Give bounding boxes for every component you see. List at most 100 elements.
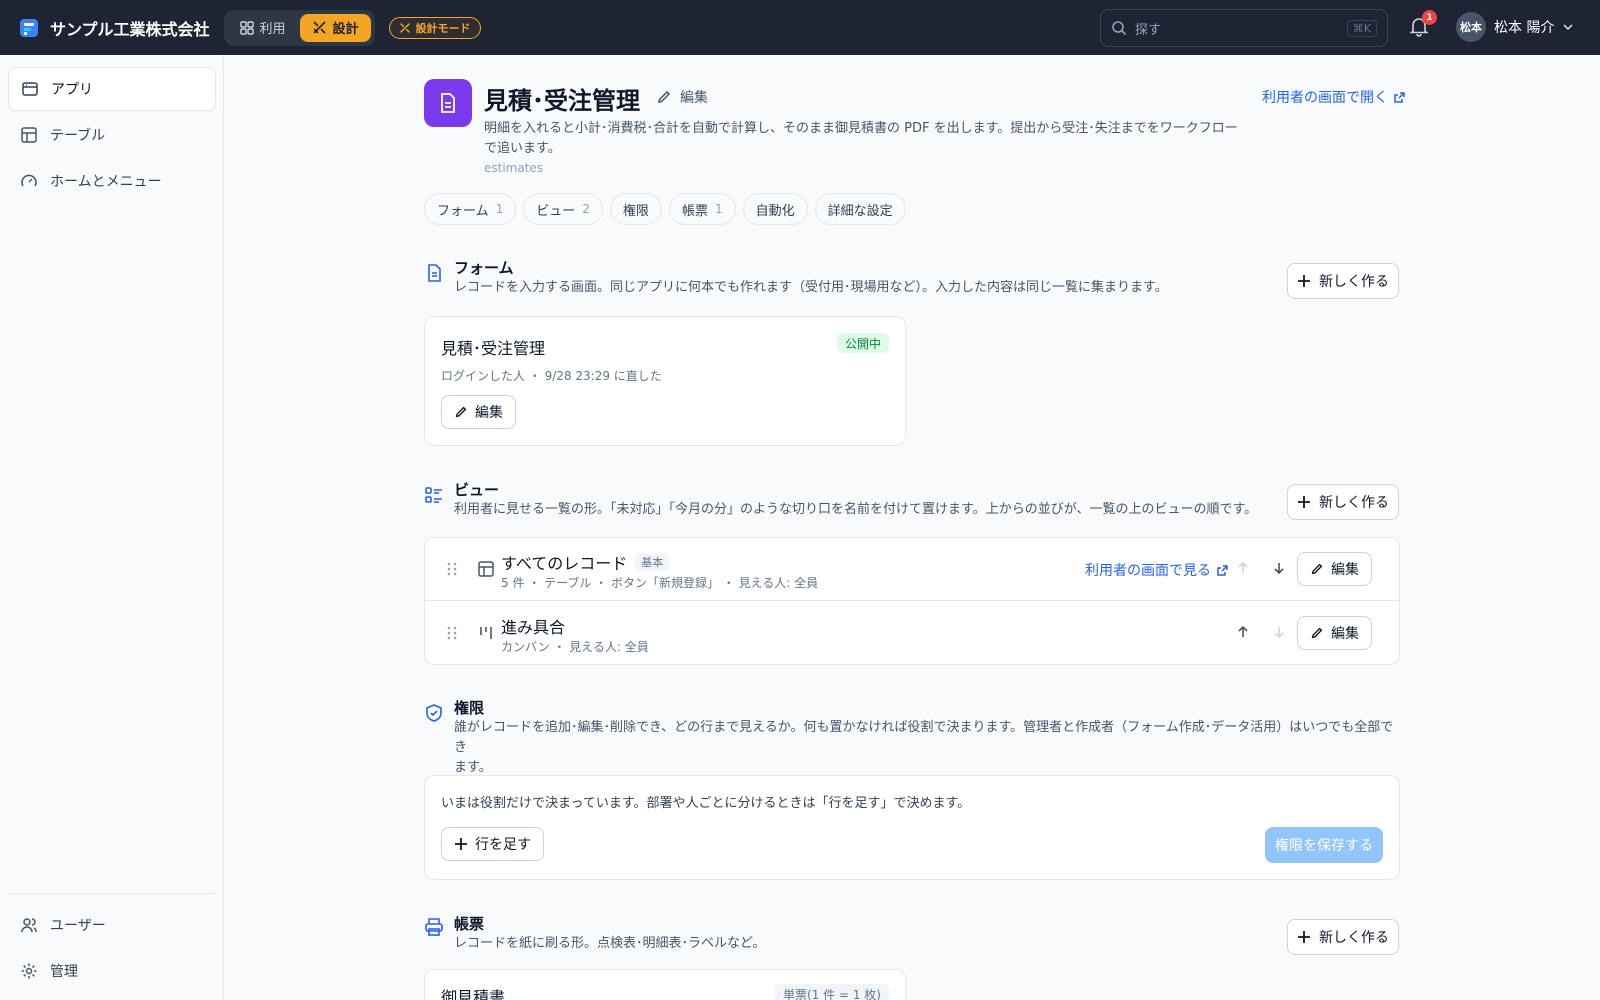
app-description: 明細を入れると小計･消費税･合計を自動で計算し、そのまま御見積書の PDF を出… (484, 119, 1244, 159)
drag-handle-icon[interactable] (445, 624, 459, 642)
pencil-icon (455, 406, 467, 418)
sidebar-item-label: テーブル (50, 128, 106, 144)
plus-icon (455, 838, 467, 850)
view-title-text: 進み具合 (501, 618, 566, 637)
shield-check-icon (426, 704, 442, 722)
main-content: 見積･受注管理 編集 利用者の画面で開く 明細を入れると小計･消費税･合計を自動… (224, 55, 1600, 1000)
tab-label: 自動化 (755, 203, 795, 219)
pencil-icon (658, 90, 671, 103)
printer-icon (425, 918, 443, 936)
sidebar-item-label: 管理 (50, 964, 78, 980)
tab-forms[interactable]: フォーム 1 (424, 193, 517, 225)
views-list: すべてのレコード 基本 5 件 ・ テーブル ・ ボタン「新規登録」 ・ 見える… (424, 537, 1400, 665)
company-name[interactable]: サンプル工業株式会社 (50, 16, 210, 40)
plus-icon (1298, 275, 1310, 287)
arrow-up-icon[interactable] (1235, 624, 1251, 640)
app-icon (424, 79, 472, 127)
add-row-button[interactable]: 行を足す (441, 827, 544, 861)
tab-count: 1 (714, 202, 723, 216)
permissions-info-text: いまは役割だけで決まっています。部署や人ごとに分けるときは「行を足す」で決めます… (441, 796, 971, 811)
table-icon (21, 127, 37, 143)
sidebar-divider (8, 893, 215, 894)
search-input[interactable]: 探す ⌘K (1100, 9, 1388, 47)
design-mode-badge: 設計モード (388, 16, 481, 39)
view-in-user-screen-link[interactable]: 利用者の画面で見る (1085, 560, 1229, 580)
list-item: 進み具合 カンバン ・ 見える人: 全員 編集 (425, 602, 1399, 665)
mode-design-label: 設計 (332, 22, 359, 37)
tab-advanced-settings[interactable]: 詳細な設定 (814, 193, 906, 225)
add-row-label: 行を足す (475, 837, 531, 853)
sidebar-item-tables[interactable]: テーブル (8, 113, 216, 157)
tab-label: 権限 (622, 203, 649, 219)
tab-permissions[interactable]: 権限 (609, 193, 662, 225)
sidebar-item-label: ホームとメニュー (50, 174, 162, 190)
sidebar-item-apps[interactable]: アプリ (8, 67, 216, 111)
edit-form-button[interactable]: 編集 (441, 395, 516, 429)
sidebar-item-label: ユーザー (50, 918, 106, 934)
report-type-badge: 単票(1 件 = 1 枚) (775, 984, 889, 1000)
app-description-line: 明細を入れると小計･消費税･合計を自動で計算し、そのまま御見積書の PDF を出… (484, 121, 1238, 136)
section-tabs: フォーム 1 ビュー 2 権限 帳票 1 自動化 詳細な設定 (424, 193, 906, 225)
user-name: 松本 陽介 (1494, 20, 1555, 36)
new-report-label: 新しく作る (1319, 930, 1389, 946)
notifications-button[interactable]: 1 (1408, 10, 1437, 41)
kanban-icon (480, 627, 492, 639)
gauge-icon (21, 174, 37, 187)
sidebar-item-users[interactable]: ユーザー (8, 903, 216, 947)
new-report-button[interactable]: 新しく作る (1287, 919, 1399, 955)
user-menu[interactable]: 松本 松本 陽介 (1456, 12, 1574, 42)
sidebar-item-home-menu[interactable]: ホームとメニュー (8, 159, 216, 203)
report-card: 御見積書 単票(1 件 = 1 枚) (424, 969, 906, 1000)
mode-use-button[interactable]: 利用 (228, 14, 298, 42)
arrow-down-icon[interactable] (1271, 560, 1287, 576)
tab-label: ビュー (536, 203, 576, 219)
arrow-down-icon[interactable] (1271, 624, 1287, 640)
tab-label: 帳票 (681, 203, 708, 219)
window-icon (22, 82, 38, 96)
page-title: 見積･受注管理 (484, 87, 640, 115)
sidebar: アプリ テーブル ホームとメニュー ユーザー 管理 (0, 55, 224, 1000)
search-placeholder: 探す (1135, 22, 1162, 38)
sidebar-item-admin[interactable]: 管理 (8, 949, 216, 993)
external-link-icon (1394, 91, 1405, 103)
edit-view-label: 編集 (1331, 562, 1359, 578)
new-view-label: 新しく作る (1319, 495, 1389, 511)
tab-automation[interactable]: 自動化 (742, 193, 808, 225)
form-card: 見積･受注管理 公開中 ログインした人 ・ 9/28 23:29 に直した 編集 (424, 316, 906, 446)
open-user-view-link[interactable]: 利用者の画面で開く (1262, 87, 1406, 107)
list-item: すべてのレコード 基本 5 件 ・ テーブル ・ ボタン「新規登録」 ・ 見える… (425, 538, 1399, 601)
search-shortcut: ⌘K (1346, 19, 1377, 37)
pencil-icon (1311, 563, 1323, 575)
drag-handle-icon[interactable] (445, 560, 459, 578)
form-card-meta: ログインした人 ・ 9/28 23:29 に直した (441, 369, 662, 383)
form-card-title: 見積･受注管理 (441, 339, 546, 358)
form-icon (428, 264, 441, 282)
tab-reports[interactable]: 帳票 1 (668, 193, 736, 225)
view-title: すべてのレコード 基本 (501, 550, 670, 574)
search-icon (1112, 21, 1127, 36)
view-link-label: 利用者の画面で見る (1085, 563, 1211, 579)
edit-view-button[interactable]: 編集 (1297, 552, 1372, 586)
new-form-button[interactable]: 新しく作る (1287, 263, 1399, 299)
forms-section-title: フォーム (454, 259, 514, 277)
base-badge: 基本 (635, 553, 670, 571)
design-mode-label: 設計モード (415, 21, 471, 35)
new-view-button[interactable]: 新しく作る (1287, 484, 1399, 520)
mode-use-label: 利用 (259, 22, 286, 37)
permissions-section-title: 権限 (454, 699, 485, 717)
edit-view-button[interactable]: 編集 (1297, 616, 1372, 650)
save-permissions-button[interactable]: 権限を保存する (1265, 827, 1383, 863)
reports-section-description: レコードを紙に刷る形。点検表･明細表･ラベルなど。 (454, 936, 766, 951)
chevron-down-icon (1563, 24, 1574, 31)
document-icon (441, 93, 455, 113)
mode-design-button[interactable]: 設計 (299, 13, 371, 42)
sidebar-item-label: アプリ (51, 82, 93, 98)
plus-icon (1298, 931, 1310, 943)
edit-view-label: 編集 (1331, 626, 1359, 642)
arrow-up-icon[interactable] (1235, 560, 1251, 576)
tab-views[interactable]: ビュー 2 (523, 193, 603, 225)
users-icon (21, 918, 37, 933)
edit-app-button[interactable]: 編集 (656, 87, 708, 107)
view-meta: 5 件 ・ テーブル ・ ボタン「新規登録」 ・ 見える人: 全員 (501, 576, 819, 590)
list-icon (425, 487, 442, 503)
